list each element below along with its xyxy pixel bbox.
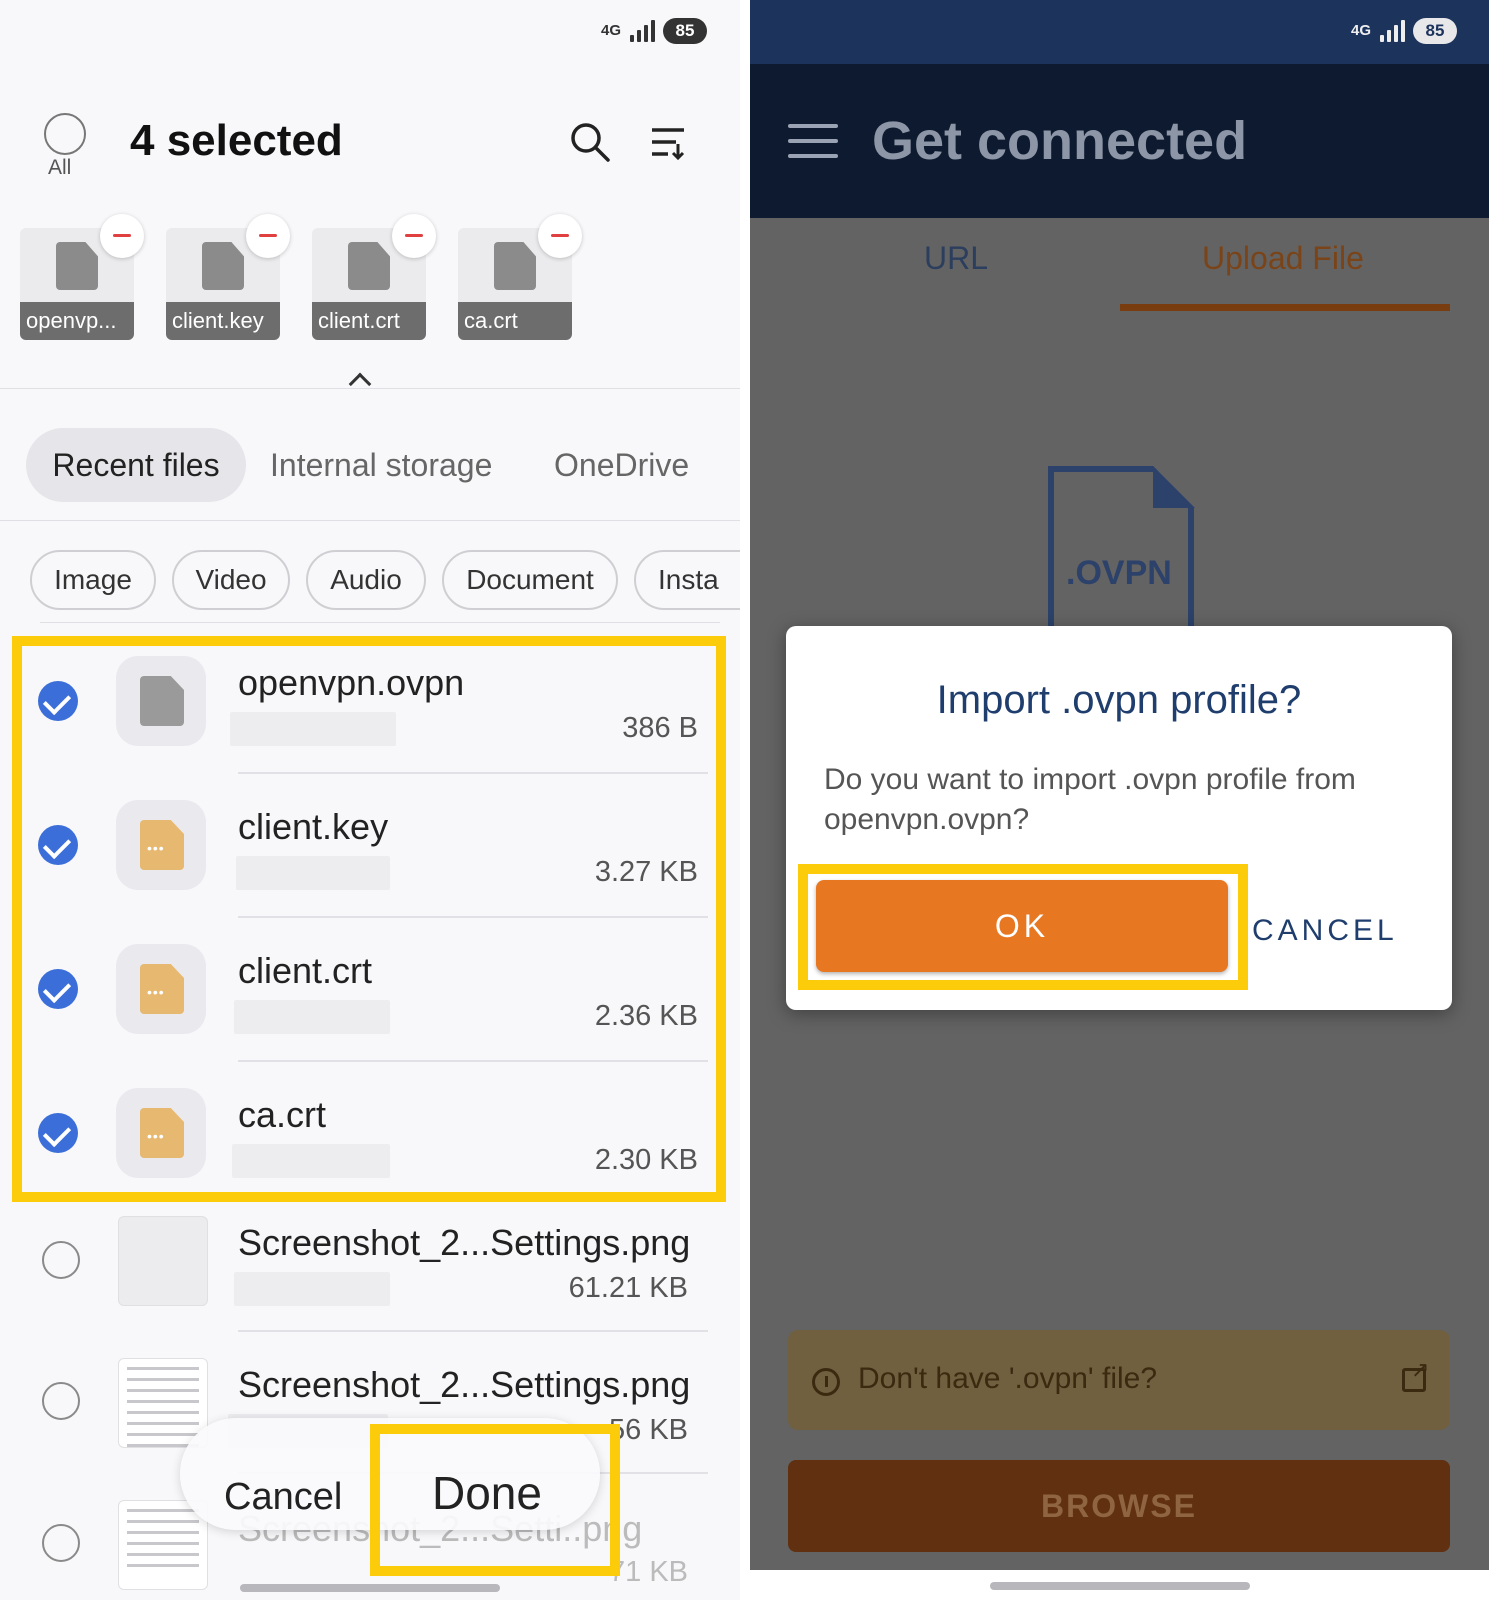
network-type: 4G	[1350, 22, 1371, 39]
selected-thumb-label: ca.crt	[458, 302, 572, 340]
browse-button[interactable]: BROWSE	[788, 1460, 1450, 1552]
file-checkbox-unchecked[interactable]	[42, 1382, 80, 1420]
home-indicator	[240, 1584, 500, 1592]
file-meta-placeholder	[234, 1272, 390, 1306]
tab-internal-storage[interactable]: Internal storage	[270, 428, 492, 502]
sort-icon[interactable]	[646, 120, 690, 164]
remove-selection-button[interactable]	[100, 214, 144, 258]
battery-indicator: 85	[1413, 18, 1457, 44]
hint-text: Don't have '.ovpn' file?	[858, 1362, 1158, 1395]
collapse-chevron-icon[interactable]	[348, 372, 372, 396]
filter-chip-audio[interactable]: Audio	[306, 550, 426, 610]
file-size: 56 KB	[609, 1414, 688, 1446]
openvpn-app-panel: 4G 85 Get connected URL Upload File .OVP…	[750, 0, 1489, 1600]
file-name: Screenshot_2...Settings.png	[238, 1222, 691, 1263]
file-icon	[202, 242, 244, 290]
info-icon	[812, 1368, 840, 1396]
dialog-message: Do you want to import .ovpn profile from…	[824, 763, 1356, 836]
image-thumbnail	[118, 1216, 208, 1306]
app-title: Get connected	[872, 111, 1248, 171]
home-indicator	[990, 1582, 1250, 1590]
network-type: 4G	[600, 22, 621, 39]
status-bar: 4G 85	[600, 18, 707, 44]
highlight-frame	[370, 1424, 620, 1576]
filter-chip-video[interactable]: Video	[172, 550, 290, 610]
tab-recent-files[interactable]: Recent files	[26, 428, 246, 502]
divider	[0, 520, 740, 521]
file-checkbox-unchecked[interactable]	[42, 1241, 80, 1279]
filter-chip-document[interactable]: Document	[442, 550, 618, 610]
battery-indicator: 85	[663, 18, 707, 44]
selected-thumb-label: client.crt	[312, 302, 426, 340]
select-all-radio[interactable]	[44, 113, 86, 155]
file-size: 61.21 KB	[568, 1272, 688, 1304]
remove-selection-button[interactable]	[392, 214, 436, 258]
divider	[40, 622, 720, 623]
cancel-button[interactable]: Cancel	[224, 1476, 342, 1519]
file-size: 71 KB	[609, 1556, 688, 1588]
tab-url[interactable]: URL	[924, 240, 988, 277]
external-link-icon	[1402, 1357, 1429, 1392]
signal-icon	[1380, 20, 1405, 42]
selected-thumb-label: openvp...	[20, 302, 134, 340]
status-bar: 4G 85	[750, 0, 1489, 64]
select-all-label: All	[48, 156, 72, 179]
dialog-title: Import .ovpn profile?	[936, 678, 1302, 722]
signal-icon	[630, 20, 655, 42]
row-divider	[238, 1330, 708, 1332]
highlight-frame	[798, 864, 1248, 990]
file-checkbox-unchecked[interactable]	[42, 1524, 80, 1562]
file-icon	[348, 242, 390, 290]
active-tab-indicator	[1120, 304, 1450, 311]
file-icon	[56, 242, 98, 290]
file-name: Screenshot_2...Settings.png	[238, 1364, 691, 1405]
file-icon	[494, 242, 536, 290]
no-ovpn-file-banner[interactable]: Don't have '.ovpn' file?	[788, 1330, 1450, 1430]
selection-count-title: 4 selected	[130, 116, 343, 165]
image-thumbnail	[118, 1500, 208, 1590]
remove-selection-button[interactable]	[538, 214, 582, 258]
tab-upload-file[interactable]: Upload File	[1202, 240, 1364, 277]
file-picker-panel: 4G 85 All 4 selected openvp... client.ke…	[0, 0, 740, 1600]
ovpn-badge-label: .OVPN	[1066, 554, 1172, 592]
dialog-cancel-button[interactable]: CANCEL	[1252, 914, 1398, 948]
menu-icon[interactable]	[788, 124, 838, 158]
filter-chip-installation[interactable]: Insta	[634, 550, 740, 610]
tab-onedrive[interactable]: OneDrive	[554, 428, 689, 502]
navigation-bar	[750, 1570, 1489, 1600]
filter-chip-image[interactable]: Image	[30, 550, 156, 610]
selected-thumb-label: client.key	[166, 302, 280, 340]
divider	[0, 388, 740, 389]
remove-selection-button[interactable]	[246, 214, 290, 258]
search-icon[interactable]	[568, 120, 612, 164]
highlight-frame	[12, 636, 726, 1202]
